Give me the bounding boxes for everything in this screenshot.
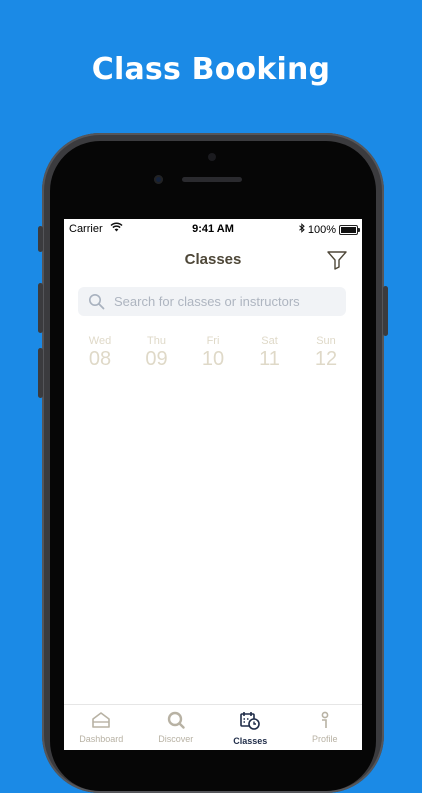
- front-camera: [154, 175, 163, 184]
- volume-down-button: [38, 348, 43, 398]
- battery-percent: 100%: [307, 223, 336, 236]
- mute-switch: [38, 226, 43, 252]
- person-icon: [321, 711, 329, 728]
- day-name: Fri: [206, 335, 220, 347]
- tab-label: Classes: [233, 736, 268, 746]
- tab-discover[interactable]: Discover: [139, 705, 214, 750]
- calendar-clock-icon: [240, 712, 261, 730]
- tab-classes[interactable]: Classes: [213, 705, 288, 750]
- status-right: 100%: [299, 223, 360, 236]
- volume-up-button: [38, 283, 43, 333]
- nav-bar: Classes: [64, 243, 362, 277]
- search-icon: [88, 293, 105, 315]
- page-title: Classes: [184, 251, 242, 268]
- day-number: 08: [88, 348, 112, 370]
- tab-label: Dashboard: [79, 734, 124, 744]
- day-name: Wed: [88, 335, 112, 347]
- dashboard-icon: [92, 712, 111, 728]
- filter-icon: [327, 251, 347, 270]
- day-sat[interactable]: Sat 11: [242, 335, 298, 371]
- front-sensor: [208, 153, 216, 161]
- day-sun[interactable]: Sun 12: [298, 335, 354, 371]
- bluetooth-icon: [299, 223, 305, 236]
- day-number: 09: [145, 348, 168, 370]
- day-number: 11: [259, 348, 280, 370]
- day-name: Sun: [316, 335, 336, 347]
- tab-dashboard[interactable]: Dashboard: [64, 705, 139, 750]
- promo-headline: Class Booking: [91, 52, 331, 87]
- date-selector: Wed 08 Thu 09 Fri 10 Sat 11 Sun 12: [72, 335, 354, 371]
- day-thu[interactable]: Thu 09: [129, 335, 185, 371]
- earpiece-speaker: [182, 177, 242, 182]
- tab-label: Discover: [158, 734, 194, 744]
- day-fri[interactable]: Fri 10: [185, 335, 241, 371]
- battery-icon: [339, 224, 360, 235]
- tab-bar: Dashboard Discover Classes Profile: [64, 704, 362, 750]
- day-name: Sat: [261, 335, 278, 347]
- search-icon: [167, 711, 185, 729]
- power-button: [383, 286, 388, 336]
- tab-profile[interactable]: Profile: [288, 705, 363, 750]
- day-wed[interactable]: Wed 08: [72, 335, 128, 371]
- status-bar: Carrier 9:41 AM 100%: [64, 219, 362, 239]
- filter-button[interactable]: [326, 249, 348, 271]
- day-number: 12: [314, 348, 338, 370]
- day-number: 10: [201, 348, 225, 370]
- search-input[interactable]: [114, 287, 340, 316]
- search-bar: [78, 287, 346, 316]
- day-name: Thu: [147, 335, 166, 347]
- tab-label: Profile: [311, 734, 338, 744]
- app-screen: Carrier 9:41 AM 100% Classes Search for …: [64, 219, 362, 750]
